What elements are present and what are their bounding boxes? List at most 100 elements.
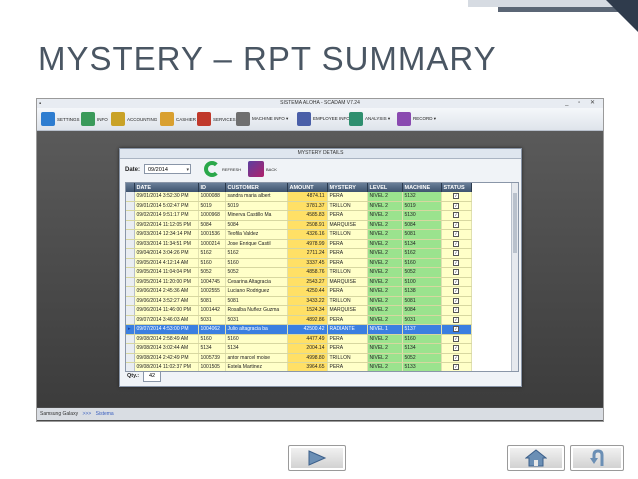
cell-id: 1002555 xyxy=(198,286,226,297)
status-checkbox[interactable]: ✓ xyxy=(453,278,459,285)
menu-item-info[interactable]: INFO xyxy=(81,110,108,128)
menu-item-machine[interactable]: MACHINE INFO ▾ xyxy=(236,110,288,128)
row-selector[interactable] xyxy=(126,267,135,278)
status-cell: ✓ xyxy=(441,334,472,344)
status-checkbox[interactable]: ✓ xyxy=(453,231,459,238)
table-row[interactable]: 09/01/2014 3:52:30 PM 1000088 sandra maria… xyxy=(126,192,472,202)
column-header-date[interactable]: DATE xyxy=(134,183,199,192)
dialog-title: MYSTERY DETAILS xyxy=(120,149,521,159)
status-checkbox[interactable]: ✓ xyxy=(453,259,459,266)
row-selector[interactable] xyxy=(126,258,135,268)
row-selector[interactable] xyxy=(126,239,135,249)
row-selector[interactable] xyxy=(126,229,135,240)
table-row[interactable]: 09/02/2014 11:12:05 PM 5084 5084 2508.91 MAR… xyxy=(126,220,472,230)
cell-mystery: PERA xyxy=(327,286,368,297)
cell-amount: 4998.80 xyxy=(287,353,328,363)
table-row[interactable]: 09/02/2014 9:51:17 PM 1000968 Minerva Cast… xyxy=(126,210,472,221)
status-checkbox[interactable]: ✓ xyxy=(453,240,459,247)
table-row[interactable]: 09/03/2014 11:34:51 PM 1000214 Jose Enriqu… xyxy=(126,239,472,249)
row-selector[interactable] xyxy=(126,248,135,259)
table-row[interactable]: 09/08/2014 11:02:37 PM 1001505 Estela Mart… xyxy=(126,362,472,371)
status-checkbox[interactable]: ✓ xyxy=(453,212,459,219)
table-row[interactable]: 09/05/2014 4:12:14 AM 5160 5160 3337.45 PERA… xyxy=(126,258,472,268)
status-checkbox[interactable]: ✓ xyxy=(453,250,459,257)
status-checkbox[interactable]: ✓ xyxy=(453,297,459,304)
cell-customer: 5031 xyxy=(225,315,288,325)
menu-item-services[interactable]: SERVICES xyxy=(197,110,236,128)
status-checkbox[interactable]: ✓ xyxy=(453,364,459,371)
status-checkbox[interactable]: ✓ xyxy=(453,202,459,209)
table-row[interactable]: ▸ 09/07/2014 4:53:00 PM 1004062 Julio altag… xyxy=(126,324,472,335)
table-row[interactable]: 09/06/2014 3:52:27 AM 5081 5081 3433.22 TRIL… xyxy=(126,296,472,306)
menu-item-accounting[interactable]: ACCOUNTING xyxy=(111,110,157,128)
row-selector[interactable] xyxy=(126,277,135,287)
status-checkbox[interactable]: ✓ xyxy=(453,269,459,276)
row-selector[interactable] xyxy=(126,201,135,211)
cell-machine: 5160 xyxy=(402,334,442,344)
row-selector[interactable] xyxy=(126,315,135,325)
status-checkbox[interactable]: ✓ xyxy=(453,326,459,333)
table-row[interactable]: 09/04/2014 3:04:26 PM 5162 5162 2711.24 PERA… xyxy=(126,248,472,259)
row-selector[interactable] xyxy=(126,286,135,297)
menu-item-employee[interactable]: EMPLOYEE INFO ▾ xyxy=(297,110,353,128)
cell-amount: 3433.22 xyxy=(287,296,328,306)
cell-date: 09/05/2014 11:20:00 PM xyxy=(134,277,199,287)
row-selector[interactable] xyxy=(126,192,135,202)
cell-id: 5134 xyxy=(198,343,226,354)
chevron-down-icon[interactable]: ▾ xyxy=(186,165,189,175)
row-selector[interactable] xyxy=(126,220,135,230)
cell-date: 09/04/2014 3:04:26 PM xyxy=(134,248,199,259)
row-selector[interactable] xyxy=(126,296,135,306)
cell-date: 09/06/2014 3:52:27 AM xyxy=(134,296,199,306)
table-row[interactable]: 09/05/2014 11:04:04 PM 5052 5052 4858.76 TRI… xyxy=(126,267,472,278)
row-selector[interactable] xyxy=(126,210,135,221)
home-button[interactable] xyxy=(507,445,565,471)
next-slide-button[interactable] xyxy=(288,445,346,471)
cell-customer: 5160 xyxy=(225,334,288,344)
table-row[interactable]: 09/08/2014 2:58:49 AM 5160 5160 4477.49 PERA… xyxy=(126,334,472,344)
column-header-id[interactable]: ID xyxy=(198,183,226,192)
column-header-machine[interactable]: MACHINE xyxy=(402,183,442,192)
status-checkbox[interactable]: ✓ xyxy=(453,316,459,323)
back-button[interactable]: BACK xyxy=(248,161,277,177)
cell-id: 1004745 xyxy=(198,277,226,287)
table-row[interactable]: 09/08/2014 3:02:44 AM 5134 5134 2004.14 PERA… xyxy=(126,343,472,354)
row-selector[interactable] xyxy=(126,343,135,354)
table-row[interactable]: 09/06/2014 11:46:00 PM 1001442 Rosalba Nuñ… xyxy=(126,305,472,316)
column-header-amount[interactable]: AMOUNT xyxy=(287,183,328,192)
table-row[interactable]: 09/03/2014 12:34:14 PM 1001536 Teofila Val… xyxy=(126,229,472,240)
window-controls[interactable]: _ ▫ ✕ xyxy=(565,99,599,108)
column-header-level[interactable]: LEVEL xyxy=(367,183,403,192)
row-selector[interactable] xyxy=(126,353,135,363)
menu-item-analysis[interactable]: ANALYSIS ▾ xyxy=(349,110,390,128)
row-selector[interactable]: ▸ xyxy=(126,324,135,335)
table-row[interactable]: 09/08/2014 2:42:49 PM 1005739 antor marcel… xyxy=(126,353,472,363)
status-checkbox[interactable]: ✓ xyxy=(453,221,459,228)
menu-item-cashier[interactable]: CASHIER xyxy=(160,110,196,128)
status-checkbox[interactable]: ✓ xyxy=(453,335,459,342)
table-row[interactable]: 09/06/2014 2:45:36 AM 1002555 Luciano Rodr… xyxy=(126,286,472,297)
vertical-scrollbar[interactable] xyxy=(511,183,518,371)
column-header-status[interactable]: STATUS xyxy=(441,183,472,192)
column-header-customer[interactable]: CUSTOMER xyxy=(225,183,288,192)
status-checkbox[interactable]: ✓ xyxy=(453,193,459,200)
menu-item-record[interactable]: RECORD ▾ xyxy=(397,110,436,128)
row-selector[interactable] xyxy=(126,334,135,344)
status-checkbox[interactable]: ✓ xyxy=(453,345,459,352)
table-row[interactable]: 09/05/2014 11:20:00 PM 1004745 Cesarina Al… xyxy=(126,277,472,287)
status-checkbox[interactable]: ✓ xyxy=(453,307,459,314)
row-selector[interactable] xyxy=(126,362,135,371)
menu-item-settings[interactable]: SETTINGS xyxy=(41,110,80,128)
date-select[interactable]: 09/2014 ▾ xyxy=(144,164,191,174)
return-button[interactable] xyxy=(570,445,624,471)
column-header-mystery[interactable]: MYSTERY xyxy=(327,183,368,192)
row-selector[interactable] xyxy=(126,305,135,316)
home-icon xyxy=(525,449,547,467)
status-checkbox[interactable]: ✓ xyxy=(453,288,459,295)
status-checkbox[interactable]: ✓ xyxy=(453,354,459,361)
table-row[interactable]: 09/01/2014 5:02:47 PM 5019 5019 3781.37 TRIL… xyxy=(126,201,472,211)
table-row[interactable]: 09/07/2014 3:46:03 AM 5031 5031 4892.86 PERA… xyxy=(126,315,472,325)
refresh-button[interactable]: REFRESH xyxy=(204,161,241,177)
status-separator: >>> xyxy=(82,411,92,417)
cell-amount: 4892.86 xyxy=(287,315,328,325)
